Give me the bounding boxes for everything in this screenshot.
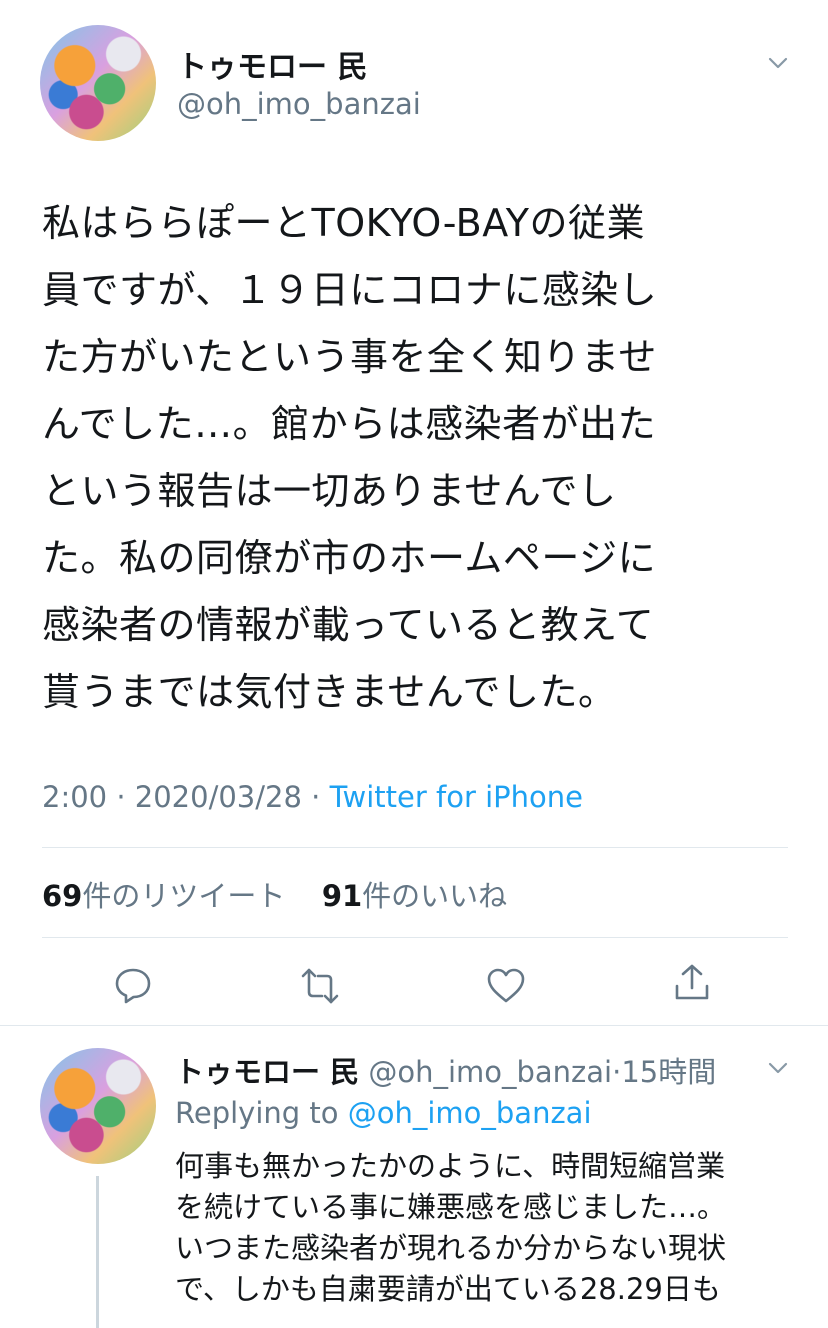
reply-text-line: で、しかも自粛要請が出ている28.29日も (175, 1272, 721, 1306)
retweet-stat[interactable]: 69件のリツイート (42, 879, 285, 913)
reply-header: トゥモロー 民 @oh_imo_banzai·15時間 (175, 1049, 716, 1091)
reply-text: 何事も無かったかのように、時間短縮営業 を続けている事に嫌悪感を感じました…。 … (175, 1146, 805, 1310)
tweet-date: 2020/03/28 (134, 780, 302, 814)
reply-icon[interactable] (113, 965, 153, 1005)
retweet-label: 件のリツイート (82, 879, 286, 913)
divider (0, 1025, 828, 1026)
display-name[interactable]: トゥモロー 民 (175, 1055, 359, 1089)
tweet-text-line: た方がいたという事を全く知りませ (42, 335, 657, 379)
like-count: 91 (321, 879, 363, 913)
divider (42, 937, 788, 938)
tweet-text-line: んでした…。館からは感染者が出た (42, 402, 657, 446)
tweet-age: 15時間 (621, 1055, 717, 1089)
chevron-down-icon[interactable] (767, 52, 789, 74)
tweet-time: 2:00 (42, 780, 108, 814)
meta-separator: · (612, 1055, 622, 1089)
tweet-text: 私はららぽーとTOKYO-BAYの従業 員ですが、１９日にコロナに感染し た方が… (42, 190, 802, 726)
reply-text-line: 何事も無かったかのように、時間短縮営業 (175, 1149, 726, 1183)
meta-separator: · (311, 780, 321, 814)
tweet-stats: 69件のリツイート 91件のいいね (42, 873, 507, 915)
tweet-text-line: 私はららぽーとTOKYO-BAYの従業 (42, 201, 645, 245)
reply-text-line: を続けている事に嫌悪感を感じました…。 (175, 1190, 727, 1224)
tweet-text-line: 貰うまでは気付きませんでした。 (42, 670, 617, 714)
tweet-source-link[interactable]: Twitter for iPhone (330, 780, 583, 814)
like-stat[interactable]: 91件のいいね (322, 879, 507, 913)
replying-to: Replying to @oh_imo_banzai (175, 1096, 592, 1130)
divider (42, 847, 788, 848)
tweet-text-line: 感染者の情報が載っていると教えて (42, 603, 655, 647)
display-name[interactable]: トゥモロー 民 (177, 42, 367, 86)
avatar[interactable] (40, 1048, 156, 1164)
tweet-text-line: た。私の同僚が市のホームページに (42, 536, 657, 580)
meta-separator: · (116, 780, 126, 814)
retweet-icon[interactable] (300, 966, 340, 1006)
tweet-text-line: 員ですが、１９日にコロナに感染し (42, 268, 658, 312)
retweet-count: 69 (42, 879, 83, 913)
avatar[interactable] (40, 25, 156, 141)
user-handle[interactable]: @oh_imo_banzai (368, 1055, 612, 1089)
share-icon[interactable] (672, 962, 712, 1002)
replying-to-label: Replying to (175, 1096, 339, 1130)
like-label: 件のいいね (362, 879, 508, 913)
reply-text-line: いつまた感染者が現れるか分からない現状 (175, 1231, 727, 1265)
tweet-meta: 2:00 · 2020/03/28 · Twitter for iPhone (42, 780, 583, 814)
like-icon[interactable] (486, 966, 526, 1006)
chevron-down-icon[interactable] (767, 1057, 789, 1079)
thread-line (96, 1176, 99, 1328)
replying-to-handle[interactable]: @oh_imo_banzai (348, 1096, 592, 1130)
tweet-text-line: という報告は一切ありませんでし (42, 469, 617, 513)
user-handle[interactable]: @oh_imo_banzai (177, 87, 421, 121)
